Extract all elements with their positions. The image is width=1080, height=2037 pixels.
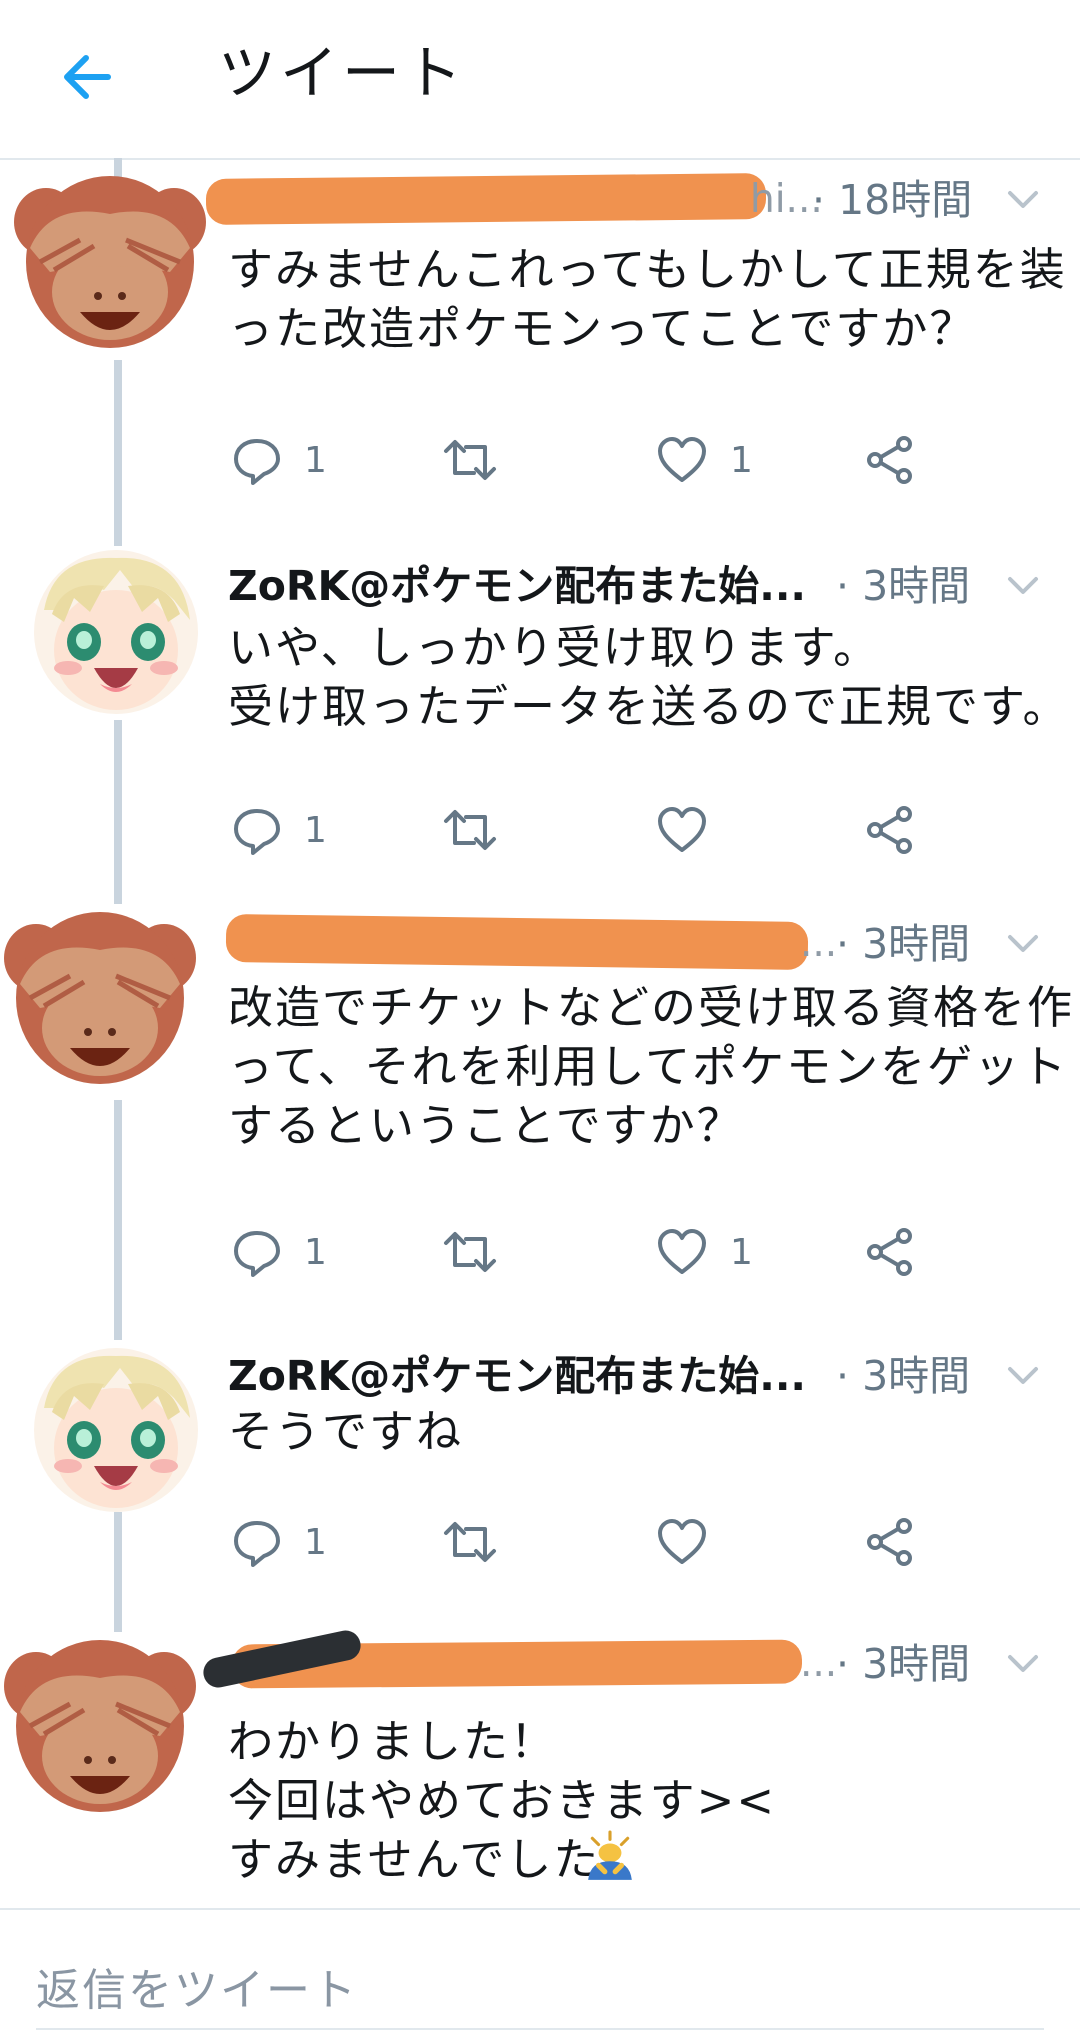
see-no-evil-monkey-icon[interactable] <box>0 898 200 1098</box>
reply-button[interactable]: 1 <box>232 430 327 490</box>
heart-icon <box>658 807 706 852</box>
tweet-meta: ... · 3時間 <box>225 913 1058 974</box>
reply-count: 1 <box>304 439 327 481</box>
anime-avatar-icon[interactable] <box>34 550 198 714</box>
tweet-3[interactable]: ... · 3時間 改造でチケットなどの受け取る資格を作 って、それを利用してポ… <box>0 900 1080 1320</box>
reply-button[interactable]: 1 <box>232 1222 327 1282</box>
reply-icon <box>234 439 280 485</box>
input-underline <box>36 2028 1044 2030</box>
heart-icon <box>658 1229 706 1274</box>
tweet-2[interactable]: ZoRK@ポケモン配布また始... · 3時間 いや、しっかり受け取ります。 受… <box>0 548 1080 898</box>
chevron-down-icon[interactable] <box>1006 570 1040 600</box>
tweet-5[interactable]: ... · 3時間 わかりました！ 今回はやめておきます>< すみませんでした <box>0 1622 1080 1906</box>
tweet-time: · 3時間 <box>836 1640 971 1688</box>
heart-icon <box>658 437 706 482</box>
tweet-actions: 1 1 <box>232 1222 952 1282</box>
tweet-1[interactable]: hi... · 18時間 すみませんこれってもしかして正規を装 った改造ポケモン… <box>0 160 1080 520</box>
page-title: ツイート <box>218 39 467 107</box>
tweet-meta: ... · 3時間 <box>200 1627 1058 1694</box>
reply-count: 1 <box>304 1231 327 1273</box>
see-no-evil-monkey-icon[interactable] <box>10 162 210 362</box>
person-bowing-icon <box>588 1830 632 1880</box>
like-count: 1 <box>730 1231 753 1273</box>
reply-count: 1 <box>304 1521 327 1563</box>
tweet-time: · 3時間 <box>836 920 971 968</box>
redaction-mark <box>225 913 809 971</box>
retweet-button[interactable] <box>442 430 498 490</box>
redaction-mark <box>205 173 767 225</box>
tweet-text: そうですね <box>228 1405 464 1458</box>
like-button[interactable]: 1 <box>656 1222 753 1282</box>
retweet-icon <box>444 1232 496 1272</box>
tweet-time: · 3時間 <box>836 562 971 610</box>
reply-icon <box>234 1521 280 1567</box>
like-count: 1 <box>730 439 753 481</box>
tweet-text: 改造でチケットなどの受け取る資格を作 って、それを利用してポケモンをゲット する… <box>228 981 1075 1152</box>
retweet-button[interactable] <box>442 1512 498 1572</box>
tweet-time: · 3時間 <box>836 1352 971 1400</box>
tweet-4[interactable]: ZoRK@ポケモン配布また始... · 3時間 そうですね 1 <box>0 1342 1080 1612</box>
tweet-actions: 1 <box>232 800 952 860</box>
share-button[interactable] <box>864 1222 916 1282</box>
tweet-text: わかりました！ 今回はやめておきます>< すみませんでした <box>228 1715 777 1886</box>
chevron-down-icon[interactable] <box>1006 1360 1040 1390</box>
retweet-icon <box>444 810 496 850</box>
reply-composer: 返信をツイート <box>0 1908 1080 2037</box>
share-button[interactable] <box>864 430 916 490</box>
chevron-down-icon[interactable] <box>1006 928 1040 958</box>
author-name: ZoRK@ポケモン配布また始... <box>228 562 806 610</box>
author-name: ZoRK@ポケモン配布また始... <box>228 1352 806 1400</box>
author-handle-suffix: ... <box>800 921 838 966</box>
chevron-down-icon[interactable] <box>1006 184 1040 214</box>
tweet-time: · 18時間 <box>812 176 973 224</box>
author-handle-suffix: ... <box>800 1641 838 1686</box>
tweet-text: いや、しっかり受け取ります。 受け取ったデータを送るので正規です。 <box>228 621 1070 733</box>
see-no-evil-monkey-icon[interactable] <box>0 1626 200 1826</box>
reply-icon <box>234 809 280 855</box>
like-button[interactable] <box>656 1512 730 1572</box>
tweet-meta: ZoRK@ポケモン配布また始... · 3時間 <box>228 556 1058 616</box>
retweet-icon <box>444 440 496 480</box>
like-button[interactable]: 1 <box>656 430 753 490</box>
share-icon <box>867 1228 912 1276</box>
chevron-down-icon[interactable] <box>1006 1648 1040 1678</box>
tweet-actions: 1 1 <box>232 430 952 490</box>
share-icon <box>867 436 912 484</box>
share-icon <box>867 1518 912 1566</box>
like-button[interactable] <box>656 800 730 860</box>
share-icon <box>867 806 912 854</box>
reply-count: 1 <box>304 809 327 851</box>
reply-input[interactable]: 返信をツイート <box>36 1954 358 2018</box>
tweet-text: すみませんこれってもしかして正規を装 った改造ポケモンってことですか？ <box>228 243 1067 355</box>
retweet-button[interactable] <box>442 1222 498 1282</box>
share-button[interactable] <box>864 800 916 860</box>
arrow-left-icon[interactable] <box>52 44 118 110</box>
reply-button[interactable]: 1 <box>232 1512 327 1572</box>
share-button[interactable] <box>864 1512 916 1572</box>
reply-button[interactable]: 1 <box>232 800 327 860</box>
tweet-meta: ZoRK@ポケモン配布また始... · 3時間 <box>228 1346 1058 1406</box>
anime-avatar-icon[interactable] <box>34 1348 198 1512</box>
retweet-button[interactable] <box>442 800 498 860</box>
tweet-actions: 1 <box>232 1512 952 1572</box>
retweet-icon <box>444 1522 496 1562</box>
top-bar: ツイート <box>0 0 1080 160</box>
tweet-meta: hi... · 18時間 <box>205 170 1058 230</box>
heart-icon <box>658 1519 706 1564</box>
reply-icon <box>234 1231 280 1277</box>
